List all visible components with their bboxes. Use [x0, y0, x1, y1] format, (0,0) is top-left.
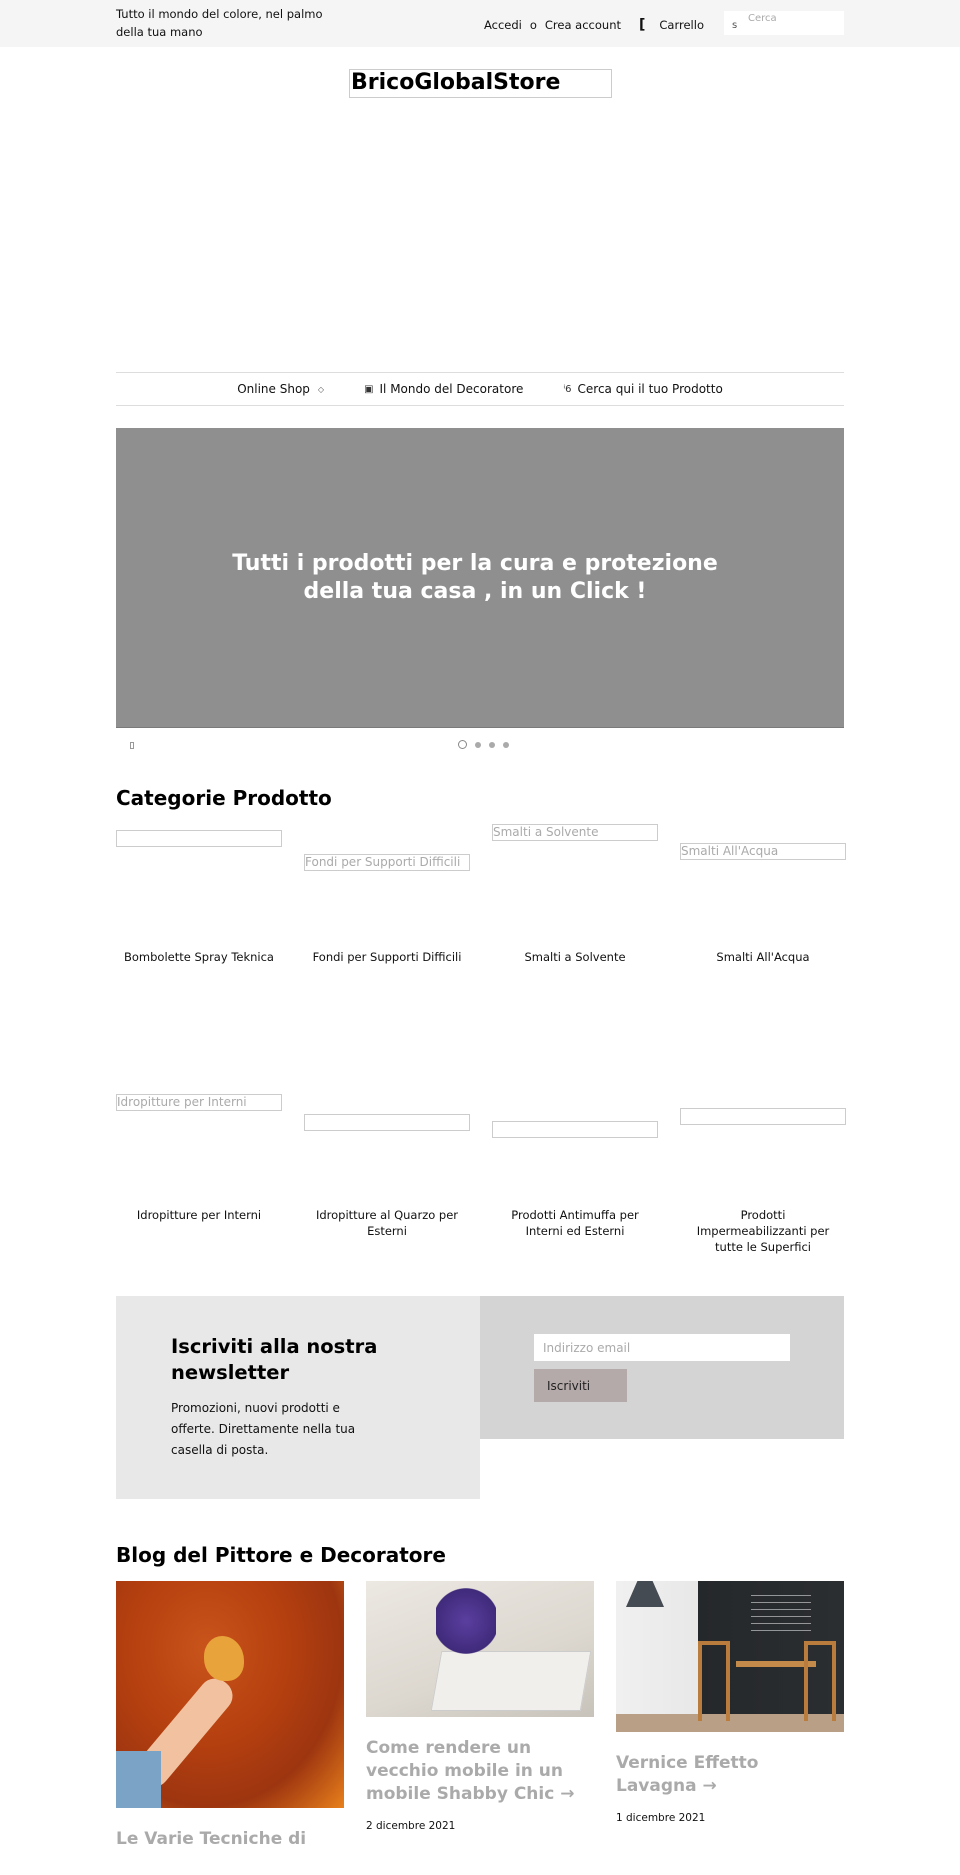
- tagline: Tutto il mondo del colore, nel palmo del…: [116, 7, 323, 39]
- blog-post[interactable]: Le Varie Tecniche di: [116, 1581, 344, 1851]
- post-title[interactable]: Le Varie Tecniche di: [116, 1828, 344, 1851]
- category-image: [116, 830, 282, 847]
- post-title[interactable]: Vernice Effetto Lavagna →: [616, 1752, 844, 1798]
- nav-label: Cerca qui il tuo Prodotto: [577, 382, 723, 396]
- category-image: [304, 1114, 470, 1131]
- pause-icon[interactable]: [130, 742, 134, 749]
- post-image[interactable]: [116, 1581, 344, 1808]
- or-separator: o: [529, 17, 537, 32]
- slide-dot-2[interactable]: [475, 741, 481, 748]
- category-image: Smalti a Solvente: [492, 824, 658, 841]
- nav-mondo-decoratore[interactable]: ▣ Il Mondo del Decoratore: [364, 382, 523, 396]
- slide-dot-3[interactable]: [489, 741, 495, 748]
- newsletter-form: Iscriviti: [480, 1296, 844, 1439]
- blog-icon: ▣: [364, 383, 374, 395]
- category-card[interactable]: Prodotti Antimuffa per Interni ed Estern…: [492, 1047, 658, 1272]
- sponge-shape: [204, 1636, 244, 1681]
- category-image: Idropitture per Interni: [116, 1094, 282, 1111]
- category-image: [680, 1108, 846, 1125]
- newsletter-title: Iscriviti alla nostra newsletter: [171, 1335, 378, 1384]
- category-card[interactable]: Fondi per Supporti Difficili Fondi per S…: [304, 822, 470, 1047]
- account-links: Accedi o Crea account [ Carrello s: [484, 0, 844, 35]
- category-image: Fondi per Supporti Difficili: [304, 854, 470, 871]
- post-date: 2 dicembre 2021: [366, 1820, 456, 1832]
- create-account-link[interactable]: Crea account: [545, 18, 621, 32]
- hero-title: Tutti i prodotti per la cura e protezion…: [232, 550, 718, 604]
- search-box: s: [724, 11, 844, 35]
- site-logo[interactable]: BricoGlobalStore: [349, 69, 612, 98]
- search-icon[interactable]: s: [732, 20, 737, 31]
- category-name: Idropitture per Interni: [136, 1208, 262, 1222]
- sleeve-shape: [116, 1751, 161, 1808]
- subscribe-button[interactable]: Iscriviti: [534, 1369, 627, 1402]
- category-card[interactable]: Smalti All'Acqua Smalti All'Acqua: [680, 822, 846, 1047]
- category-card[interactable]: Bombolette Spray Teknica: [116, 822, 282, 1047]
- slide-dot-4[interactable]: [503, 741, 509, 748]
- post-image[interactable]: [616, 1581, 844, 1732]
- category-name: Prodotti Antimuffa per Interni ed Estern…: [511, 1208, 639, 1238]
- search-input[interactable]: [748, 13, 838, 24]
- category-name: Idropitture al Quarzo per Esterni: [315, 1208, 459, 1238]
- category-image: Smalti All'Acqua: [680, 843, 846, 860]
- chalk-text-shape: [751, 1589, 811, 1634]
- header: BricoGlobalStore: [116, 47, 844, 372]
- box-shape: [430, 1651, 592, 1711]
- category-name: Fondi per Supporti Difficili: [312, 950, 462, 964]
- cart-link[interactable]: Carrello: [659, 18, 704, 32]
- categories-title: Categorie Prodotto: [116, 786, 332, 810]
- search-product-icon: ⁱ6: [563, 383, 572, 395]
- nav-cerca-prodotto[interactable]: ⁱ6 Cerca qui il tuo Prodotto: [563, 382, 722, 396]
- top-bar: Tutto il mondo del colore, nel palmo del…: [0, 0, 960, 47]
- chair-shape: [698, 1641, 730, 1721]
- main-nav: Online Shop ◇ ▣ Il Mondo del Decoratore …: [116, 372, 844, 406]
- category-card[interactable]: Prodotti Impermeabilizzanti per tutte le…: [680, 1047, 846, 1272]
- category-grid: Bombolette Spray Teknica Fondi per Suppo…: [116, 822, 846, 1272]
- slide-dot-1[interactable]: [458, 740, 467, 749]
- post-date: 1 dicembre 2021: [616, 1812, 706, 1824]
- newsletter-info: Iscriviti alla nostra newsletter Promozi…: [116, 1296, 480, 1499]
- post-image[interactable]: [366, 1581, 594, 1717]
- slideshow-controls: [116, 728, 844, 764]
- nav-online-shop[interactable]: Online Shop ◇: [237, 382, 324, 396]
- category-name: Bombolette Spray Teknica: [124, 950, 274, 964]
- post-title[interactable]: Come rendere un vecchio mobile in un mob…: [366, 1737, 594, 1806]
- category-image: [492, 1121, 658, 1138]
- blog-grid: Le Varie Tecniche di Come rendere un vec…: [116, 1581, 844, 1851]
- lavender-shape: [436, 1586, 496, 1656]
- category-name: Smalti a Solvente: [524, 950, 626, 964]
- blog-title: Blog del Pittore e Decoratore: [116, 1543, 446, 1567]
- nav-label: Il Mondo del Decoratore: [379, 382, 524, 396]
- hero-slide[interactable]: Tutti i prodotti per la cura e protezion…: [116, 428, 844, 728]
- lamp-shape: [626, 1581, 664, 1607]
- chevron-down-icon: ◇: [317, 384, 325, 394]
- chair-shape: [804, 1641, 836, 1721]
- nav-label: Online Shop: [237, 382, 310, 396]
- category-name: Prodotti Impermeabilizzanti per tutte le…: [696, 1208, 830, 1254]
- cart-icon[interactable]: [: [639, 17, 645, 33]
- category-name: Smalti All'Acqua: [716, 950, 810, 964]
- blog-post[interactable]: Vernice Effetto Lavagna → 1 dicembre 202…: [616, 1581, 844, 1851]
- login-link[interactable]: Accedi: [484, 18, 522, 32]
- slide-dots: [454, 740, 513, 749]
- newsletter-description: Promozioni, nuovi prodotti e offerte. Di…: [171, 1401, 356, 1457]
- newsletter-section: Iscriviti alla nostra newsletter Promozi…: [116, 1296, 844, 1499]
- email-field[interactable]: [534, 1334, 790, 1361]
- category-card[interactable]: Smalti a Solvente Smalti a Solvente: [492, 822, 658, 1047]
- category-card[interactable]: Idropitture al Quarzo per Esterni: [304, 1047, 470, 1272]
- category-card[interactable]: Idropitture per Interni Idropitture per …: [116, 1047, 282, 1272]
- blog-post[interactable]: Come rendere un vecchio mobile in un mob…: [366, 1581, 594, 1851]
